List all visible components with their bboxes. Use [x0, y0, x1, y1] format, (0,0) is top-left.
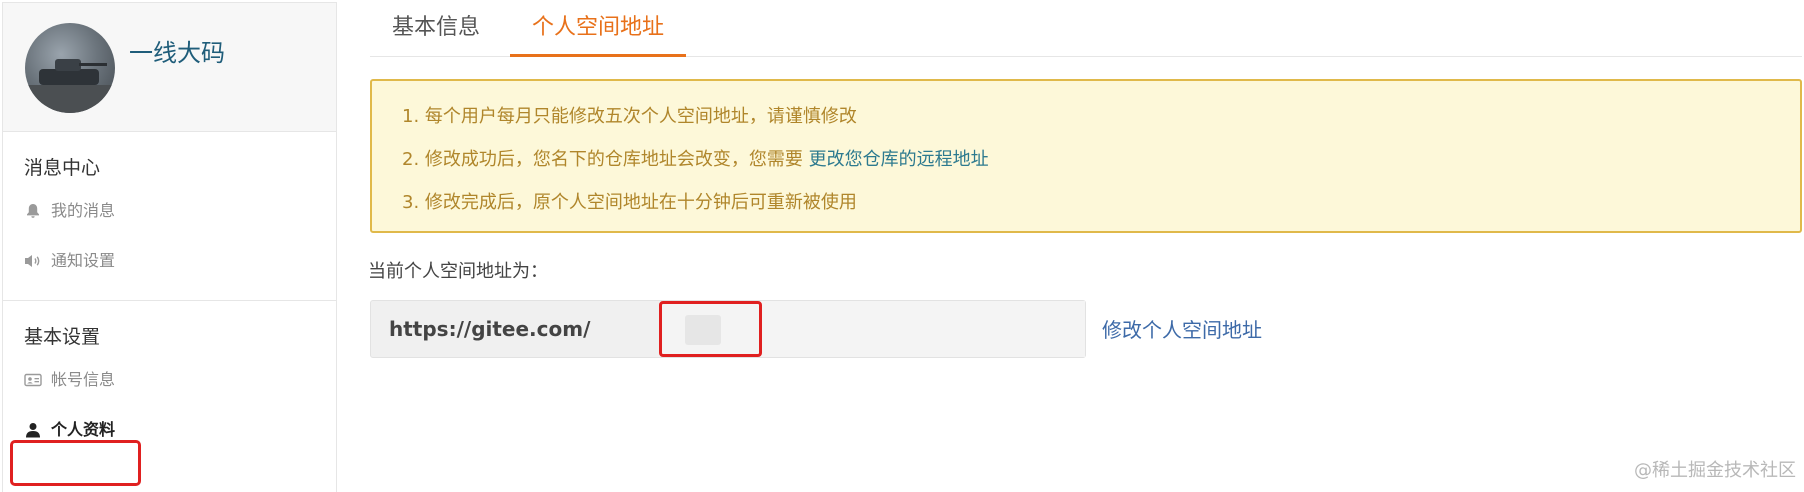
sidebar: 一线大码 消息中心 我的消息 通知设置 基本设置 帐号信息 个人资料 [2, 2, 337, 492]
tab-bar: 基本信息 个人空间地址 [370, 0, 1802, 57]
username[interactable]: 一线大码 [129, 33, 225, 68]
notice-line-3: 3. 修改完成后，原个人空间地址在十分钟后可重新被使用 [402, 192, 857, 213]
tank-turret [55, 59, 81, 71]
avatar-ground [25, 85, 115, 113]
id-card-icon [24, 355, 42, 405]
notice-line-2: 2. 修改成功后，您名下的仓库地址会改变，您需要 更改您仓库的远程地址 [402, 138, 1800, 181]
sidebar-item-label: 我的消息 [51, 201, 116, 220]
tab-space-address[interactable]: 个人空间地址 [510, 0, 687, 57]
speaker-icon [24, 236, 42, 286]
sidebar-item-my-messages[interactable]: 我的消息 [3, 186, 336, 236]
bell-icon [24, 186, 42, 236]
active-item-highlight [10, 440, 141, 486]
change-remote-link[interactable]: 更改您仓库的远程地址 [809, 149, 989, 170]
sidebar-item-account-info[interactable]: 帐号信息 [3, 355, 336, 405]
section-basic-settings: 基本设置 帐号信息 个人资料 [3, 301, 336, 455]
tank-gun [79, 63, 107, 66]
sidebar-item-label: 个人资料 [51, 420, 116, 439]
avatar[interactable] [25, 23, 115, 113]
address-value-highlight [659, 301, 762, 357]
modify-address-link[interactable]: 修改个人空间地址 [1102, 314, 1262, 343]
notice-line-2-text: 2. 修改成功后，您名下的仓库地址会改变，您需要 [402, 149, 809, 170]
profile-header: 一线大码 [3, 3, 336, 132]
tank-body [39, 69, 99, 85]
sidebar-item-label: 帐号信息 [51, 370, 116, 389]
current-address-label: 当前个人空间地址为： [368, 261, 548, 282]
tab-basic-info[interactable]: 基本信息 [370, 0, 502, 56]
section-title: 基本设置 [24, 326, 101, 348]
watermark: @稀土掘金技术社区 [1634, 460, 1796, 481]
url-prefix: https://gitee.com/ [389, 317, 591, 341]
sidebar-item-notification-settings[interactable]: 通知设置 [3, 236, 336, 286]
notice-line-1: 1. 每个用户每月只能修改五次个人空间地址，请谨慎修改 [402, 106, 857, 127]
sidebar-item-label: 通知设置 [51, 251, 116, 270]
section-title: 消息中心 [24, 157, 101, 179]
notice-box: 1. 每个用户每月只能修改五次个人空间地址，请谨慎修改 2. 修改成功后，您名下… [370, 79, 1802, 233]
section-message-center: 消息中心 我的消息 通知设置 [3, 132, 336, 301]
